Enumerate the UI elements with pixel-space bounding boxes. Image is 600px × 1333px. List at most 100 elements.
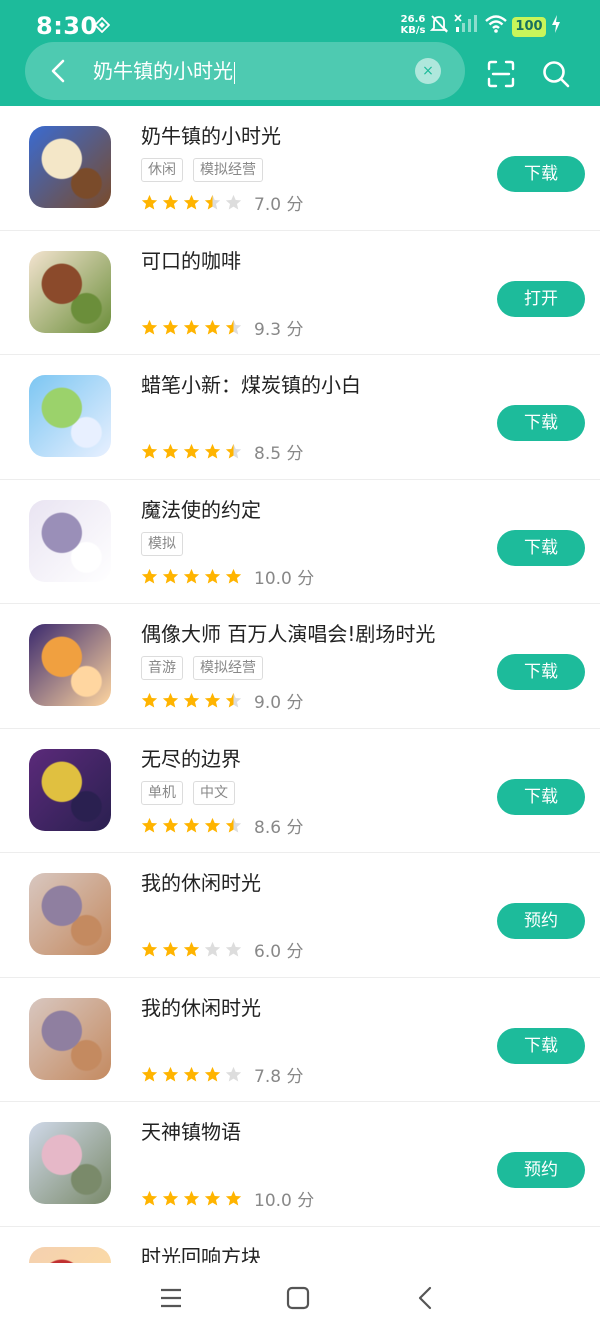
- app-icon[interactable]: [29, 375, 111, 457]
- app-action-button[interactable]: 下载: [497, 1027, 585, 1064]
- app-list-item[interactable]: 可口的咖啡 9.3 分 打开: [0, 231, 600, 355]
- star-full-icon: [141, 568, 158, 583]
- app-list-item[interactable]: 时光回响方块: [0, 1227, 600, 1264]
- star-half-icon: [225, 692, 242, 708]
- star-full-icon: [162, 817, 179, 832]
- app-title[interactable]: 奶牛镇的小时光: [141, 122, 281, 150]
- app-action-button[interactable]: 预约: [497, 903, 585, 939]
- app-action-button[interactable]: 下载: [497, 156, 585, 192]
- app-icon[interactable]: [29, 624, 111, 706]
- app-score: 7.0 分: [254, 195, 304, 215]
- star-full-icon: [183, 1066, 200, 1081]
- app-list-item[interactable]: 蜡笔小新：煤炭镇的小白 8.5 分 下载: [0, 355, 600, 480]
- app-icon[interactable]: [29, 250, 111, 333]
- app-list-item[interactable]: 魔法使的约定 模拟 10.0 分 下载: [0, 480, 600, 604]
- app-title[interactable]: 魔法使的约定: [141, 496, 261, 524]
- app-title[interactable]: 无尽的边界: [141, 745, 241, 773]
- charging-icon: [552, 15, 560, 33]
- app-icon[interactable]: [29, 748, 111, 831]
- star-full-icon: [162, 941, 179, 957]
- app-list-item[interactable]: 天神镇物语 10.0 分 预约: [0, 1102, 600, 1227]
- app-action-button[interactable]: 预约: [497, 1152, 585, 1188]
- app-action-button[interactable]: 下载: [497, 654, 585, 690]
- star-half-icon: [225, 319, 242, 334]
- app-title[interactable]: 我的休闲时光: [141, 994, 261, 1022]
- home-icon[interactable]: [285, 1285, 311, 1311]
- star-full-icon: [225, 1190, 242, 1206]
- star-full-icon: [204, 1190, 221, 1206]
- search-results-list: 奶牛镇的小时光 休闲 模拟经营 7.0 分下载 可口的咖啡 9.3 分打开 蜡笔小新：煤炭镇…: [0, 106, 600, 1263]
- app-rating: 8.6 分: [141, 813, 303, 838]
- app-action-button[interactable]: 下载: [497, 405, 585, 441]
- scan-icon[interactable]: [486, 59, 516, 89]
- app-score: 10.0 分: [254, 1191, 315, 1211]
- status-time: 8:30: [36, 12, 98, 40]
- app-action-button[interactable]: 打开: [497, 280, 585, 317]
- app-title[interactable]: 我的休闲时光: [141, 869, 261, 897]
- star-full-icon: [162, 692, 179, 708]
- app-title[interactable]: 天神镇物语: [141, 1118, 241, 1146]
- menu-icon[interactable]: [158, 1285, 184, 1311]
- app-title[interactable]: 可口的咖啡: [141, 247, 241, 275]
- star-full-icon: [162, 194, 179, 210]
- star-full-icon: [183, 692, 200, 708]
- app-tags: 音游 模拟经营: [141, 656, 263, 680]
- star-full-icon: [204, 1066, 221, 1081]
- search-box[interactable]: 奶牛镇的小时光 ×: [25, 42, 465, 100]
- header: 8:30 26.6 KB/s 100 奶牛镇的小时光 ×: [0, 0, 600, 106]
- star-full-icon: [183, 941, 200, 957]
- app-list-item[interactable]: 无尽的边界 单机 中文 8.6 分 下载: [0, 729, 600, 853]
- search-input[interactable]: 奶牛镇的小时光: [93, 57, 235, 85]
- app-tag: 单机: [141, 780, 183, 805]
- star-full-icon: [225, 568, 242, 583]
- app-title[interactable]: 蜡笔小新：煤炭镇的小白: [141, 371, 361, 399]
- star-half-icon: [204, 194, 221, 210]
- app-rating: 9.0 分: [141, 688, 303, 713]
- clear-search-button[interactable]: ×: [415, 58, 441, 84]
- app-tag: 音游: [141, 656, 183, 680]
- app-title[interactable]: 时光回响方块: [141, 1243, 261, 1264]
- star-full-icon: [162, 443, 179, 459]
- star-full-icon: [141, 941, 158, 957]
- star-full-icon: [162, 1190, 179, 1206]
- app-title[interactable]: 偶像大师 百万人演唱会!剧场时光: [141, 620, 435, 648]
- star-full-icon: [183, 443, 200, 459]
- app-list-item[interactable]: 我的休闲时光 7.8 分 下载: [0, 978, 600, 1102]
- star-empty-icon: [204, 941, 221, 957]
- app-list-item[interactable]: 偶像大师 百万人演唱会!剧场时光音游 模拟经营 9.0 分 下载: [0, 604, 600, 729]
- app-tag: 模拟: [141, 531, 183, 556]
- app-action-button[interactable]: 下载: [497, 529, 585, 566]
- navigation-bar: [0, 1263, 600, 1333]
- text-caret: [234, 61, 235, 84]
- app-list-item[interactable]: 奶牛镇的小时光休闲 模拟经营 7.0 分 下载: [0, 106, 600, 231]
- star-half-icon: [225, 817, 242, 832]
- star-rating: [141, 1190, 242, 1207]
- search-icon[interactable]: [541, 59, 571, 89]
- app-rating: 10.0 分: [141, 1186, 314, 1211]
- app-tags: 休闲 模拟经营: [141, 158, 263, 182]
- app-icon[interactable]: [29, 997, 111, 1080]
- star-full-icon: [183, 568, 200, 583]
- star-rating: [141, 443, 242, 460]
- star-empty-icon: [225, 194, 242, 210]
- app-icon[interactable]: [29, 1122, 111, 1204]
- app-list-item[interactable]: 我的休闲时光 6.0 分 预约: [0, 853, 600, 978]
- app-rating: 10.0 分: [141, 564, 314, 589]
- star-full-icon: [204, 443, 221, 459]
- star-full-icon: [141, 194, 158, 210]
- star-full-icon: [162, 319, 179, 334]
- app-icon[interactable]: [29, 1246, 111, 1263]
- app-score: 10.0 分: [254, 568, 315, 589]
- star-half-icon: [225, 443, 242, 459]
- chevron-left-icon[interactable]: [45, 57, 73, 85]
- star-empty-icon: [225, 1066, 242, 1081]
- app-icon[interactable]: [29, 499, 111, 582]
- app-rating: 8.5 分: [141, 439, 303, 464]
- back-icon[interactable]: [413, 1285, 439, 1311]
- net-speed: 26.6 KB/s: [400, 14, 426, 36]
- app-icon[interactable]: [29, 126, 111, 208]
- app-action-button[interactable]: 下载: [497, 778, 585, 815]
- star-full-icon: [183, 319, 200, 334]
- star-full-icon: [183, 194, 200, 210]
- app-icon[interactable]: [29, 873, 111, 955]
